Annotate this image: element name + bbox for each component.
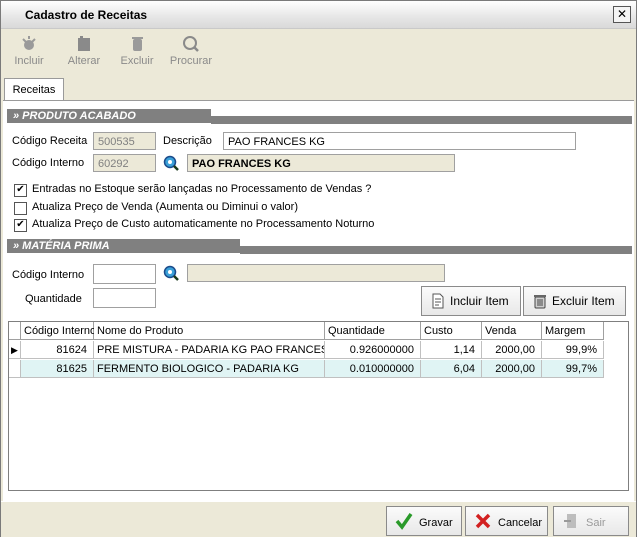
recipe-window: Cadastro de Receitas ✕ Incluir Alterar E… [0, 0, 637, 537]
table-row-2-nome[interactable]: FERMENTO BIOLOGICO - PADARIA KG [94, 360, 325, 378]
cancelar-label: Cancelar [498, 517, 543, 529]
option-preco-custo-label: Atualiza Preço de Custo automaticamente … [32, 218, 375, 230]
quantidade-label: Quantidade [25, 293, 82, 305]
excluir-button[interactable]: Excluir [114, 33, 160, 73]
mp-lookup-search-icon[interactable] [163, 265, 179, 281]
current-row-pointer-icon: ▶ [9, 341, 21, 359]
option-entradas-checkbox[interactable]: ✔ [14, 184, 27, 197]
close-button[interactable]: ✕ [613, 6, 631, 23]
excluir-item-button[interactable]: Excluir Item [523, 286, 626, 316]
section-divider [211, 116, 632, 124]
document-icon [432, 293, 444, 309]
table-row-2-venda[interactable]: 2000,00 [482, 360, 542, 378]
checkmark-icon [395, 513, 413, 530]
row-indicator [9, 360, 21, 378]
delete-icon [132, 37, 143, 51]
window-title: Cadastro de Receitas [25, 8, 148, 22]
alterar-button[interactable]: Alterar [61, 33, 107, 73]
search-icon [183, 36, 199, 52]
table-row-1-venda[interactable]: 2000,00 [482, 341, 542, 359]
excluir-label: Excluir [120, 55, 154, 67]
alterar-label: Alterar [67, 55, 101, 67]
option-preco-venda-checkbox[interactable] [14, 202, 27, 215]
table-row-2-custo[interactable]: 6,04 [421, 360, 482, 378]
col-header-codigo[interactable]: Código Interno [21, 322, 96, 340]
option-entradas-label: Entradas no Estoque serão lançadas no Pr… [32, 183, 372, 195]
produto-nome-display: PAO FRANCES KG [187, 154, 455, 172]
codigo-interno-label: Código Interno [12, 157, 85, 169]
descricao-label: Descrição [163, 135, 212, 147]
option-preco-venda-label: Atualiza Preço de Venda (Aumenta ou Dimi… [32, 201, 298, 213]
cancelar-button[interactable]: Cancelar [465, 506, 548, 536]
table-row-2-codigo[interactable]: 81625 [21, 360, 94, 378]
gravar-button[interactable]: Gravar [386, 506, 462, 536]
col-header-margem[interactable]: Margem [542, 322, 604, 340]
gravar-label: Gravar [419, 517, 453, 529]
mp-codigo-interno-label: Código Interno [12, 269, 85, 281]
col-header-custo[interactable]: Custo [421, 322, 482, 340]
codigo-receita-label: Código Receita [12, 135, 88, 147]
ingredients-table[interactable]: Código Interno Nome do Produto Quantidad… [8, 321, 629, 491]
incluir-label: Incluir [14, 55, 44, 67]
tab-strip: Receitas [1, 78, 636, 101]
mp-produto-nome-display [187, 264, 445, 282]
codigo-interno-field[interactable]: 60292 [93, 154, 156, 172]
procurar-label: Procurar [169, 55, 213, 67]
title-bar: Cadastro de Receitas ✕ [1, 1, 636, 29]
col-header-quantidade[interactable]: Quantidade [325, 322, 421, 340]
codigo-receita-field[interactable]: 500535 [93, 132, 156, 150]
mp-codigo-interno-field[interactable] [93, 264, 156, 284]
trash-icon [534, 295, 546, 309]
add-icon [22, 36, 36, 50]
table-row-1-custo[interactable]: 1,14 [421, 341, 482, 359]
col-header-venda[interactable]: Venda [482, 322, 542, 340]
table-row-2-quantidade[interactable]: 0.010000000 [325, 360, 421, 378]
produto-acabado-title: » PRODUTO ACABADO [7, 109, 211, 123]
toolbar: Incluir Alterar Excluir Procurar [1, 29, 636, 75]
section-divider [240, 246, 632, 254]
materia-prima-title: » MATÉRIA PRIMA [7, 239, 240, 253]
row-indicator-header [9, 322, 21, 340]
procurar-button[interactable]: Procurar [168, 33, 214, 73]
col-header-nome[interactable]: Nome do Produto [94, 322, 325, 340]
descricao-field[interactable]: PAO FRANCES KG [223, 132, 576, 150]
edit-icon [78, 36, 90, 51]
incluir-item-button[interactable]: Incluir Item [421, 286, 521, 316]
materia-prima-header: » MATÉRIA PRIMA [7, 239, 632, 254]
table-row-1-margem[interactable]: 99,9% [542, 341, 604, 359]
sair-label: Sair [586, 517, 606, 529]
excluir-item-label: Excluir Item [552, 294, 615, 308]
cancel-x-icon [475, 513, 491, 529]
table-row-2-margem[interactable]: 99,7% [542, 360, 604, 378]
exit-door-icon [564, 514, 576, 528]
table-row-1-codigo[interactable]: 81624 [21, 341, 94, 359]
incluir-item-label: Incluir Item [450, 294, 509, 308]
produto-acabado-header: » PRODUTO ACABADO [7, 109, 632, 124]
quantidade-field[interactable] [93, 288, 156, 308]
table-row-1-quantidade[interactable]: 0.926000000 [325, 341, 421, 359]
footer-bar: Gravar Cancelar Sair [1, 501, 636, 537]
option-preco-custo-checkbox[interactable]: ✔ [14, 219, 27, 232]
table-row-1-nome[interactable]: PRE MISTURA - PADARIA KG PAO FRANCES [94, 341, 325, 359]
lookup-search-icon[interactable] [163, 155, 179, 171]
sair-button[interactable]: Sair [553, 506, 629, 536]
tab-receitas[interactable]: Receitas [4, 78, 64, 101]
incluir-button[interactable]: Incluir [6, 33, 52, 73]
